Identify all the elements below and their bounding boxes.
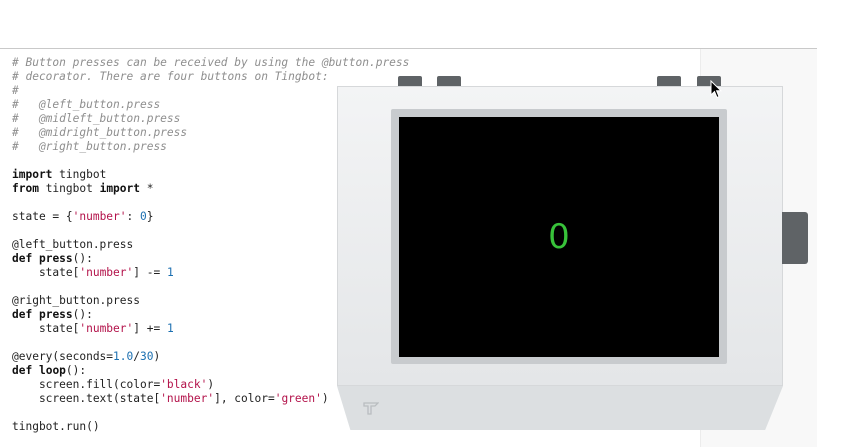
code-token: tingbot.run() xyxy=(12,420,100,433)
code-token: ] -= xyxy=(133,266,167,279)
simulator-screen: 0 xyxy=(399,117,719,357)
code-token: tingbot xyxy=(38,182,100,195)
code-token: 1 xyxy=(166,322,174,335)
code-token: loop xyxy=(38,364,66,377)
code-token: def xyxy=(12,252,33,265)
code-token: import xyxy=(99,182,140,195)
code-token: # @right_button.press xyxy=(12,140,167,153)
code-token: def xyxy=(12,308,33,321)
code-token: # Button presses can be received by usin… xyxy=(12,56,410,69)
code-token: # @midright_button.press xyxy=(12,126,188,139)
code-token: # xyxy=(12,84,19,97)
code-token: (): xyxy=(72,252,93,265)
code-token: # decorator. There are four buttons on T… xyxy=(12,70,329,83)
power-switch[interactable] xyxy=(782,212,808,264)
code-token: ) xyxy=(153,350,161,363)
code-token: screen.text(state[ xyxy=(12,392,161,405)
code-token: 'number' xyxy=(79,266,134,279)
code-token: from xyxy=(12,182,39,195)
code-token: (): xyxy=(65,364,87,377)
tingbot-logo-icon xyxy=(363,402,379,415)
code-token: press xyxy=(38,252,73,265)
code-token: / xyxy=(133,350,141,363)
tingbot-device-base xyxy=(337,386,783,430)
code-token: # @left_button.press xyxy=(12,98,161,111)
code-token: state[ xyxy=(12,266,80,279)
code-token: 0 xyxy=(140,210,147,223)
code-token: 'number' xyxy=(160,392,215,405)
code-token: : xyxy=(126,210,140,223)
code-token: def xyxy=(12,364,33,377)
code-token: 'black' xyxy=(160,378,208,391)
code-token: 1.0 xyxy=(113,350,134,363)
code-token: import xyxy=(12,168,53,181)
code-token: @left_button.press xyxy=(12,238,134,251)
screen-number: 0 xyxy=(548,217,570,257)
code-token: 'number' xyxy=(79,322,134,335)
code-token: 30 xyxy=(140,350,154,363)
code-token: ) xyxy=(207,378,215,391)
code-token: 'green' xyxy=(274,392,322,405)
code-line: # decorator. There are four buttons on T… xyxy=(12,70,409,84)
code-token: ) xyxy=(321,392,329,405)
code-token: } xyxy=(146,210,154,223)
code-token: press xyxy=(38,308,73,321)
mouse-cursor-icon xyxy=(710,80,722,99)
code-token: # @midleft_button.press xyxy=(12,112,181,125)
code-token: * xyxy=(140,182,154,195)
code-token: ], color= xyxy=(214,392,275,405)
code-line: # Button presses can be received by usin… xyxy=(12,56,409,70)
code-token: 1 xyxy=(166,266,174,279)
code-token: state = { xyxy=(12,210,73,223)
code-token: screen.fill(color= xyxy=(12,378,161,391)
code-token: 'number' xyxy=(72,210,127,223)
code-token: @every(seconds= xyxy=(12,350,114,363)
code-token: tingbot xyxy=(52,168,107,181)
code-token: ] += xyxy=(133,322,167,335)
code-token: (): xyxy=(72,308,93,321)
code-token: state[ xyxy=(12,322,80,335)
code-token: @right_button.press xyxy=(12,294,140,307)
